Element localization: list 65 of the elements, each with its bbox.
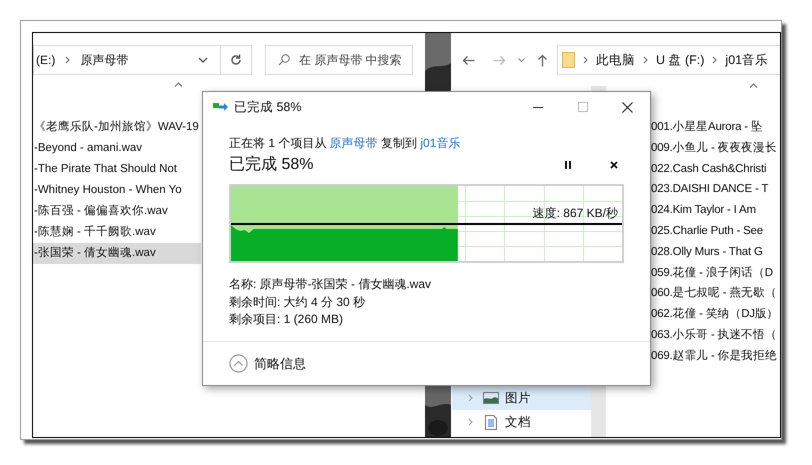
cancel-icon: [610, 161, 618, 169]
address-segment[interactable]: 此电脑: [596, 50, 635, 70]
copy-icon: [213, 102, 229, 112]
speed-label: 速度: 867 KB/秒: [532, 206, 618, 220]
copy-message: 正在将 1 个项目从 原声母带 复制到 j01音乐: [229, 135, 462, 151]
nav-label: 图片: [505, 390, 531, 407]
minimize-icon: [532, 106, 542, 108]
chevron-down-icon[interactable]: [518, 58, 525, 62]
detail-text: 剩余时间: 大约 4 分 30 秒: [229, 294, 366, 310]
file-item[interactable]: 022.Cash Cash&Christi: [651, 158, 766, 180]
file-item[interactable]: 062.花僮 - 笑纳（DJ版）: [651, 304, 778, 325]
destination-link[interactable]: j01音乐: [420, 136, 460, 150]
folder-icon: [562, 52, 575, 68]
pause-icon: [565, 161, 571, 169]
expand-chevron-icon[interactable]: [468, 418, 473, 426]
nav-item[interactable]: 图片: [452, 386, 591, 410]
close-icon: [622, 102, 633, 112]
file-item[interactable]: 023.DAISHI DANCE - T: [651, 179, 768, 200]
window-title: 已完成 58%: [234, 98, 302, 116]
file-item[interactable]: 059.花僮 - 浪子闲话（D: [651, 262, 773, 284]
file-item[interactable]: -Whitney Houston - When Yo: [33, 180, 182, 201]
file-item[interactable]: -Beyond - amani.wav: [33, 138, 142, 159]
chevron-right-icon: [712, 56, 718, 64]
file-item[interactable]: 《老鹰乐队-加州旅馆》WAV-19: [33, 117, 199, 138]
address-segment[interactable]: 原声母带: [80, 51, 128, 69]
address-bar[interactable]: 此电脑 U 盘 (F:) j01音乐: [557, 45, 780, 75]
address-segment[interactable]: j01音乐: [725, 50, 768, 70]
file-item[interactable]: 024.Kim Taylor - I Am: [651, 200, 756, 221]
detail-text: 剩余项目: 1 (260 MB): [229, 311, 344, 328]
refresh-icon: [230, 54, 242, 66]
file-item[interactable]: 063.小乐哥 - 执迷不悟（: [651, 324, 777, 346]
up-arrow-icon[interactable]: [537, 54, 548, 66]
address-bar[interactable]: (E:) 原声母带: [33, 45, 220, 75]
address-segment[interactable]: U 盘 (F:): [656, 50, 704, 70]
file-item[interactable]: -陈慧娴 - 千千阙歌.wav: [33, 222, 156, 243]
sort-caret-icon[interactable]: [749, 83, 758, 88]
file-item[interactable]: 001.小星星Aurora - 坠: [651, 117, 763, 138]
file-item[interactable]: 009.小鱼儿 - 夜夜夜漫长: [651, 138, 777, 159]
file-item[interactable]: 060.是七叔呢 - 燕无歇（: [651, 283, 777, 304]
chevron-right-icon: [643, 56, 648, 64]
image-icon: [483, 392, 499, 404]
nav-item[interactable]: 文档: [452, 410, 591, 434]
file-item[interactable]: -The Pirate That Should Not: [33, 159, 177, 180]
file-item[interactable]: 069.赵霏儿 - 你是我拒绝: [651, 346, 777, 367]
chevron-right-icon: [583, 56, 588, 64]
file-item[interactable]: 025.Charlie Puth - See: [651, 220, 763, 242]
file-item[interactable]: -陈百强 - 偏偏喜欢你.wav: [33, 201, 168, 222]
chevron-up-circle-icon: [229, 354, 248, 374]
file-item[interactable]: 028.Olly Murs - That G: [651, 242, 763, 263]
refresh-button[interactable]: [220, 45, 252, 75]
document-icon: [485, 414, 497, 430]
detail-text: 名称: 原声母带-张国荣 - 倩女幽魂.wav: [229, 276, 432, 293]
details-toggle[interactable]: 简略信息: [229, 354, 306, 374]
file-item[interactable]: -张国荣 - 倩女幽魂.wav: [33, 243, 201, 264]
nav-label: 文档: [505, 414, 531, 431]
back-arrow-icon[interactable]: [462, 54, 475, 66]
chevron-right-icon: [65, 56, 70, 64]
search-icon: [278, 54, 290, 66]
sort-caret-icon[interactable]: [174, 82, 183, 87]
source-link[interactable]: 原声母带: [330, 136, 378, 150]
maximize-icon: [578, 102, 588, 112]
search-field[interactable]: 在 原声母带 中搜索: [265, 45, 413, 75]
chevron-down-icon[interactable]: [198, 57, 208, 63]
address-segment[interactable]: (E:): [36, 51, 56, 69]
progress-heading: 已完成 58%: [229, 154, 314, 175]
